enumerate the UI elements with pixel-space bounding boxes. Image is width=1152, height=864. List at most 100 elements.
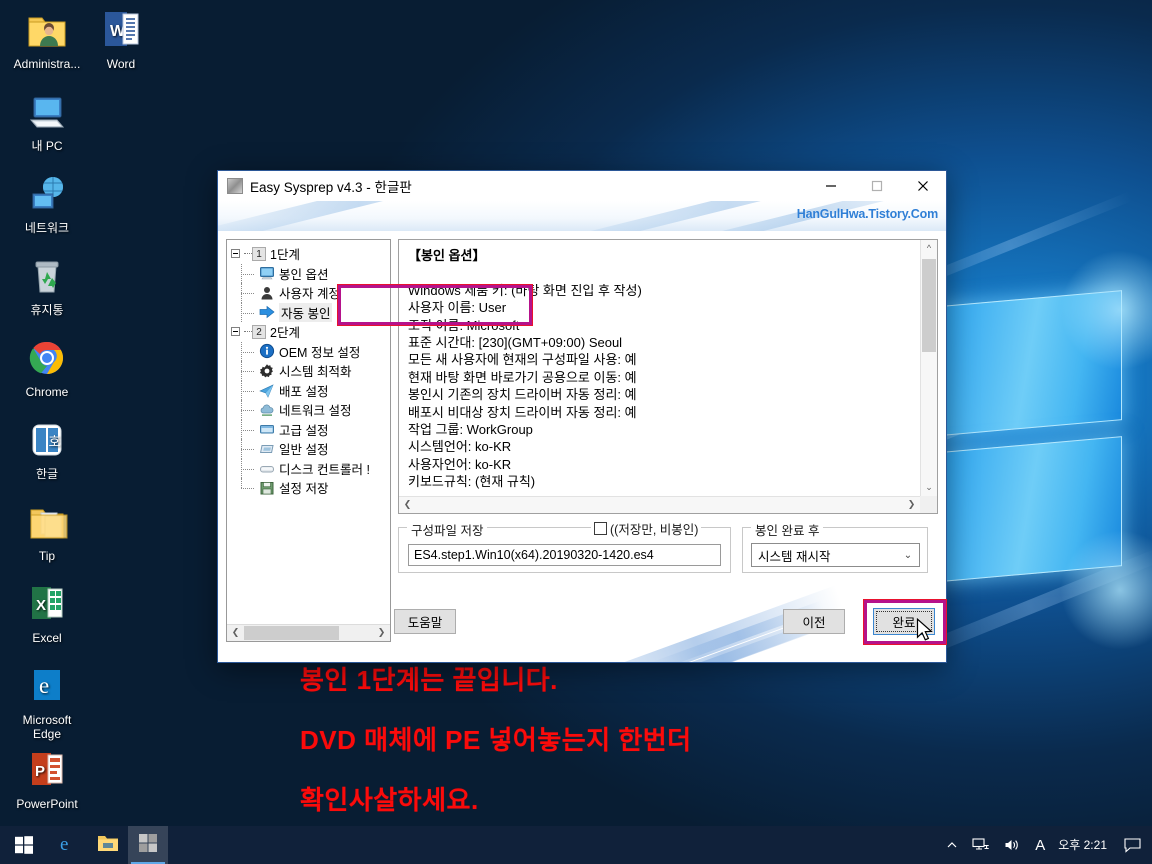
tree-item-user-account[interactable]: 사용자 계정 (231, 283, 390, 303)
desktop-icon-word[interactable]: W Word (82, 8, 160, 71)
desktop-icon-label: Chrome (25, 385, 69, 399)
desktop-icon-powerpoint[interactable]: P PowerPoint (8, 748, 86, 811)
save-only-checkbox[interactable] (594, 522, 607, 535)
tree-item-label: 봉인 옵션 (279, 267, 329, 282)
summary-line: 표준 시간대: [230](GMT+09:00) Seoul (408, 335, 623, 351)
floppy-icon (259, 480, 275, 496)
config-filename-input[interactable]: ES4.step1.Win10(x64).20190320-1420.es4 (408, 544, 721, 566)
scroll-right-icon[interactable]: ❯ (373, 625, 390, 641)
collapse-icon[interactable] (231, 249, 240, 259)
desktop: Administra... W Word 내 PC 네트워크 휴지통 Chrom… (0, 0, 1152, 864)
desktop-icon-excel[interactable]: X Excel (8, 582, 86, 645)
recycle-bin-icon (8, 254, 86, 300)
help-button[interactable]: 도움말 (394, 609, 456, 634)
dialog-body: 1 1단계 봉인 옵션 사용자 계정 자동 봉인 2 2단계 OEM 정보 설정… (218, 231, 946, 662)
desktop-icon-tip-folder[interactable]: Tip (8, 500, 86, 563)
tree-item-system-optimize[interactable]: 시스템 최적화 (231, 361, 390, 381)
desktop-icon-label: 내 PC (31, 139, 63, 153)
summary-horizontal-scrollbar[interactable]: ❮ ❯ (399, 496, 937, 513)
close-button[interactable] (900, 172, 946, 201)
desktop-icon-label: Tip (38, 549, 56, 563)
tree-item-disk-controller[interactable]: 디스크 컨트롤러 ! (231, 458, 390, 478)
summary-textbox[interactable]: 【봉인 옵션】 Windows 제품 키: (바탕 화면 진입 후 작성) 사용… (398, 239, 938, 514)
scroll-right-icon[interactable]: ❯ (903, 497, 920, 513)
tree-rail (237, 380, 259, 400)
desktop-icon-this-pc[interactable]: 내 PC (8, 90, 86, 153)
powerpoint-icon: P (8, 748, 86, 794)
tree-item-label: 배포 설정 (279, 384, 329, 399)
taskbar-file-explorer[interactable] (88, 826, 128, 864)
scrollbar-track[interactable] (244, 624, 373, 641)
tree-item-advanced-settings[interactable]: 고급 설정 (231, 419, 390, 439)
tree-item-label: 설정 저장 (279, 482, 329, 497)
tree-item-general-settings[interactable]: 일반 설정 (231, 439, 390, 459)
tree-item-label: 시스템 최적화 (279, 365, 352, 380)
navigation-tree-panel: 1 1단계 봉인 옵션 사용자 계정 자동 봉인 2 2단계 OEM 정보 설정… (226, 239, 391, 642)
folder-icon (8, 500, 86, 546)
desktop-icon-recycle-bin[interactable]: 휴지통 (8, 254, 86, 317)
summary-line: 사용자 이름: User (408, 300, 507, 316)
show-hidden-icons-button[interactable] (939, 826, 965, 864)
desktop-icon-hangul[interactable]: 호 한글 (8, 418, 86, 481)
desktop-icon-network[interactable]: 네트워크 (8, 172, 86, 235)
edge-icon: e (57, 832, 79, 859)
desktop-icon-label: Word (106, 57, 136, 71)
tree-group-step-1[interactable]: 1 1단계 (231, 244, 390, 264)
summary-line: 배포시 비대상 장치 드라이버 자동 정리: 예 (408, 404, 637, 420)
window-titlebar[interactable]: Easy Sysprep v4.3 - 한글판 (218, 171, 946, 201)
chrome-icon (8, 336, 86, 382)
network-tray-icon[interactable] (965, 826, 997, 864)
tree-group-step-2[interactable]: 2 2단계 (231, 322, 390, 342)
scrollbar-thumb[interactable] (922, 259, 936, 352)
after-sealing-legend: 봉인 완료 후 (751, 520, 824, 539)
tree-item-network-settings[interactable]: 네트워크 설정 (231, 400, 390, 420)
desktop-icon-chrome[interactable]: Chrome (8, 336, 86, 399)
svg-text:X: X (36, 597, 46, 614)
app-banner: HanGulHwa.Tistory.Com (218, 201, 946, 231)
taskbar-edge[interactable]: e (48, 826, 88, 864)
desktop-icon-microsoft-edge[interactable]: e Microsoft Edge (8, 664, 86, 741)
annotation-line-1: 봉인 1단계는 끝입니다. (300, 665, 558, 695)
svg-text:e: e (60, 834, 68, 854)
after-sealing-select[interactable]: 시스템 재시작 ⌄ (751, 543, 920, 567)
chevron-down-icon[interactable]: ⌄ (897, 550, 919, 561)
minimize-button[interactable] (808, 172, 854, 201)
save-only-checkbox-wrap[interactable]: ((저장만, 비봉인) (591, 519, 702, 538)
summary-vertical-scrollbar[interactable]: ^ ⌄ (920, 240, 937, 496)
ime-tray-icon[interactable]: A (1028, 826, 1052, 864)
summary-line: 시스템언어: ko-KR (408, 439, 512, 455)
windows-logo-pane (942, 436, 1122, 582)
done-button[interactable]: 완료 (873, 608, 935, 635)
maximize-button[interactable] (854, 172, 900, 201)
scroll-left-icon[interactable]: ❮ (399, 497, 416, 513)
tree-item-auto-sealing[interactable]: 자동 봉인 (231, 302, 390, 322)
tree-item-oem-info[interactable]: OEM 정보 설정 (231, 341, 390, 361)
word-icon: W (82, 8, 160, 54)
annotation-line-2: DVD 매체에 PE 넣어놓는지 한번더 (300, 725, 692, 755)
annotation-line-3: 확인사살하세요. (300, 785, 479, 815)
collapse-icon[interactable] (231, 327, 240, 337)
desktop-icon-label: 한글 (35, 467, 59, 481)
tree-item-deploy-settings[interactable]: 배포 설정 (231, 380, 390, 400)
scroll-down-icon[interactable]: ⌄ (921, 479, 937, 496)
tree-rail (237, 302, 259, 322)
banner-site-link: HanGulHwa.Tistory.Com (796, 207, 938, 221)
gear-icon (259, 363, 275, 379)
desktop-icon-administrator-folder[interactable]: Administra... (8, 8, 86, 71)
scroll-left-icon[interactable]: ❮ (227, 625, 244, 641)
tree-horizontal-scrollbar[interactable]: ❮ ❯ (227, 624, 390, 641)
start-button[interactable] (0, 826, 48, 864)
done-button-label: 완료 (876, 611, 932, 632)
taskbar-clock[interactable]: 오후 2:21 (1052, 826, 1117, 864)
scrollbar-thumb[interactable] (244, 625, 339, 640)
action-center-button[interactable] (1117, 826, 1148, 864)
volume-tray-icon[interactable] (997, 826, 1028, 864)
monitor-icon (259, 265, 275, 281)
scroll-up-icon[interactable]: ^ (921, 240, 937, 257)
tree-group-label: 1단계 (270, 248, 300, 263)
previous-button[interactable]: 이전 (783, 609, 845, 634)
edge-icon: e (8, 664, 86, 710)
taskbar-easy-sysprep[interactable] (128, 826, 168, 864)
tree-item-sealing-options[interactable]: 봉인 옵션 (231, 263, 390, 283)
tree-item-save-settings[interactable]: 설정 저장 (231, 478, 390, 498)
